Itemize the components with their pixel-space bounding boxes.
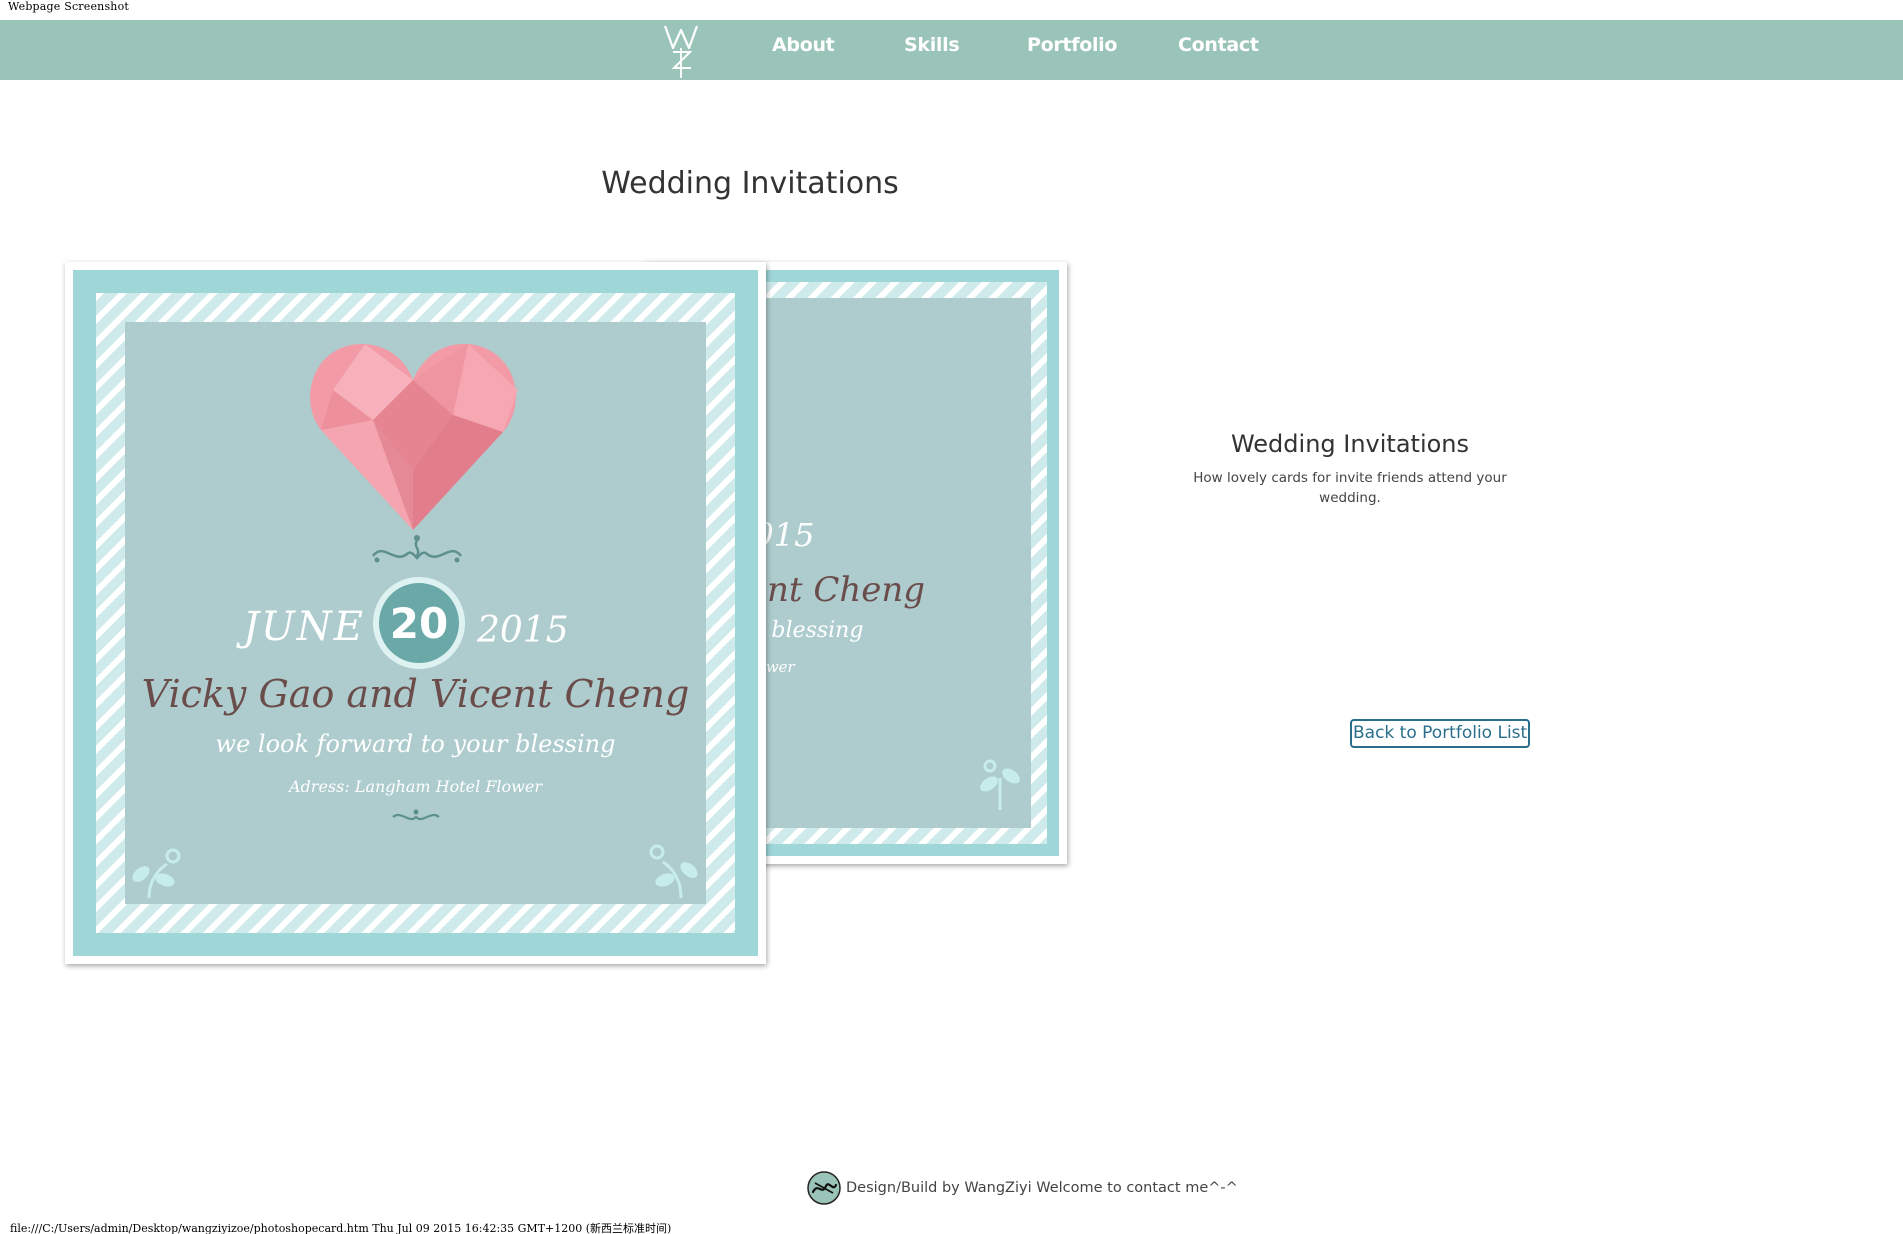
print-header: Webpage Screenshot: [8, 0, 130, 13]
date-year: 2015: [477, 610, 569, 651]
site-footer: Design/Build by WangZiyi Welcome to cont…: [806, 1170, 1238, 1206]
leaf-sprig-icon: [980, 759, 1020, 810]
wz-monogram-logo-icon[interactable]: [660, 22, 706, 80]
print-footer: file:///C:/Users/admin/Desktop/wangziyiz…: [10, 1222, 672, 1234]
nav-contact[interactable]: Contact: [1178, 34, 1259, 56]
page-title: Wedding Invitations: [601, 166, 899, 201]
back-to-portfolio-button[interactable]: Back to Portfolio List: [1350, 719, 1531, 748]
date-badge: 20: [373, 577, 465, 669]
invitation-card-front: JUNE 20 2015 Vicky Gao and Vicent Cheng …: [65, 262, 766, 964]
date-day: 20: [389, 598, 449, 648]
nav-portfolio[interactable]: Portfolio: [1027, 34, 1117, 56]
project-title: Wedding Invitations: [1230, 430, 1470, 458]
leaf-sprig-icon: [649, 844, 698, 899]
address-text: Adress: Langham Hotel Flower: [289, 777, 542, 796]
project-description: How lovely cards for invite friends atte…: [1193, 470, 1507, 506]
navbar: About Skills Portfolio Contact: [0, 20, 1903, 80]
date-month: JUNE: [243, 604, 365, 650]
flourish-ornament: [392, 809, 440, 821]
heart-illustration: [310, 343, 518, 530]
leaf-sprig-icon: [132, 848, 181, 899]
signature-badge-icon: [807, 1171, 841, 1205]
blessing-text: we look forward to your blessing: [215, 730, 616, 758]
flourish-ornament: [371, 535, 463, 563]
nav-skills[interactable]: Skills: [904, 34, 960, 56]
nav-about[interactable]: About: [772, 34, 835, 56]
couple-names: Vicky Gao and Vicent Cheng: [141, 672, 690, 716]
footer-credit: Design/Build by WangZiyi Welcome to cont…: [846, 1180, 1238, 1196]
